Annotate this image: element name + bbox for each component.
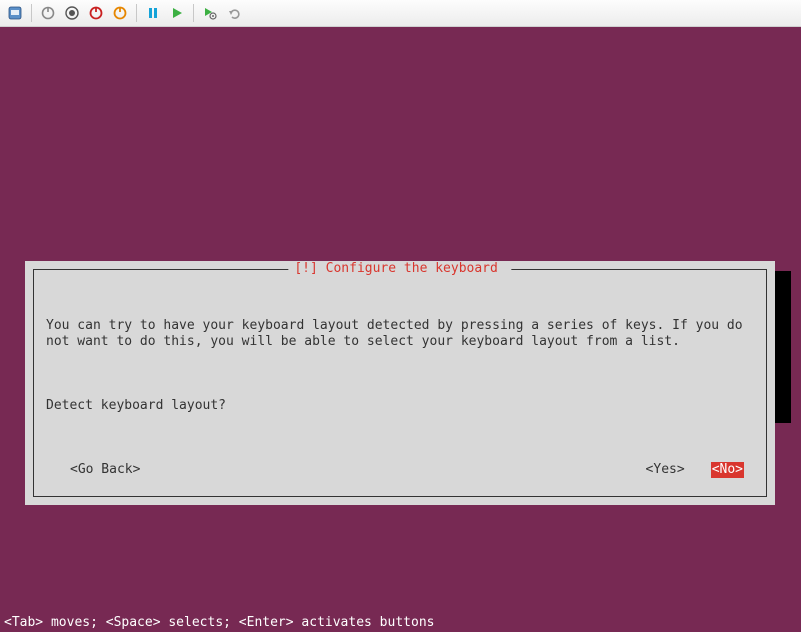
dialog-text-2: Detect keyboard layout?: [46, 398, 754, 414]
dialog-body: You can try to have your keyboard layout…: [46, 286, 754, 446]
hint-text: <Tab> moves; <Space> selects; <Enter> ac…: [4, 615, 434, 631]
dialog-title: [!] Configure the keyboard: [288, 261, 511, 277]
play-gear-icon[interactable]: [199, 2, 221, 24]
go-back-button[interactable]: <Go Back>: [70, 462, 140, 478]
vm-toolbar: [0, 0, 801, 27]
play-icon[interactable]: [166, 2, 188, 24]
installer-screen: [!] Configure the keyboard You can try t…: [0, 27, 801, 632]
no-button[interactable]: <No>: [711, 462, 744, 478]
dialog-frame: [!] Configure the keyboard You can try t…: [33, 269, 767, 497]
power-red-icon[interactable]: [85, 2, 107, 24]
record-icon[interactable]: [61, 2, 83, 24]
dialog-container: [!] Configure the keyboard You can try t…: [25, 261, 775, 505]
dialog-text-1: You can try to have your keyboard layout…: [46, 318, 754, 350]
power-gray-icon[interactable]: [37, 2, 59, 24]
yes-button[interactable]: <Yes>: [646, 462, 685, 478]
toolbar-separator: [136, 4, 137, 22]
toolbar-separator: [31, 4, 32, 22]
dialog-title-text: Configure the keyboard: [326, 261, 498, 276]
dialog: [!] Configure the keyboard You can try t…: [25, 261, 775, 505]
toolbar-separator: [193, 4, 194, 22]
app-icon[interactable]: [4, 2, 26, 24]
dialog-marker: [!]: [294, 261, 317, 276]
dialog-buttons: <Go Back> <Yes> <No>: [46, 462, 754, 478]
pause-icon[interactable]: [142, 2, 164, 24]
undo-icon[interactable]: [223, 2, 245, 24]
spacer: [140, 462, 645, 478]
hint-bar: <Tab> moves; <Space> selects; <Enter> ac…: [0, 614, 801, 632]
power-orange-icon[interactable]: [109, 2, 131, 24]
